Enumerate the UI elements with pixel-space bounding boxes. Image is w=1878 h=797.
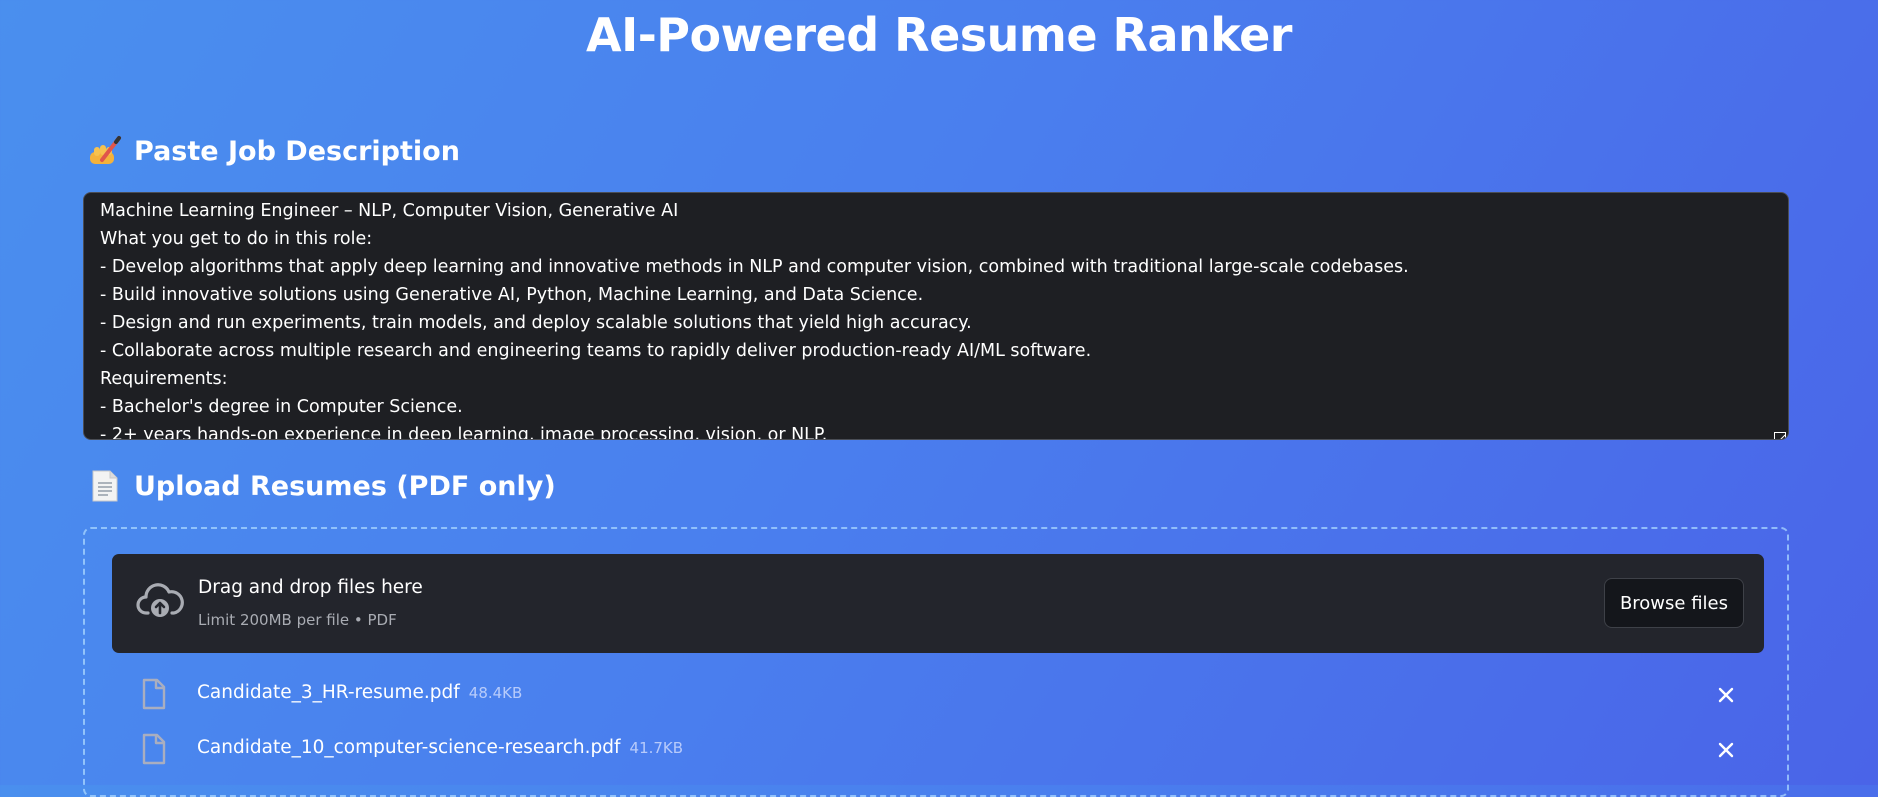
file-name: Candidate_10_computer-science-research.p… [197,737,683,758]
job-description-line: - Build innovative solutions using Gener… [100,285,924,305]
job-description-line: - Collaborate across multiple research a… [100,341,1092,361]
writing-hand-icon [88,134,122,168]
uploaded-file-row: Candidate_10_computer-science-research.p… [85,729,1787,769]
job-description-line: - Develop algorithms that apply deep lea… [100,257,1409,277]
upload-resumes-header-label: Upload Resumes (PDF only) [134,470,556,502]
file-size: 41.7KB [629,739,684,757]
job-description-line: Machine Learning Engineer – NLP, Compute… [100,201,679,221]
job-description-header-label: Paste Job Description [134,135,460,167]
page-document-icon [88,469,122,503]
dropzone-subtitle: Limit 200MB per file • PDF [198,611,397,629]
browse-files-button[interactable]: Browse files [1603,578,1744,628]
file-dropzone[interactable]: Drag and drop files here Limit 200MB per… [112,554,1764,653]
remove-file-close-icon[interactable] [1715,739,1737,761]
resize-handle-icon[interactable] [1774,425,1786,439]
file-name: Candidate_3_HR-resume.pdf 48.4KB [197,682,522,703]
job-description-line: Requirements: [100,369,228,389]
job-description-header: Paste Job Description [88,134,460,168]
file-icon [141,678,167,710]
file-uploader: Drag and drop files here Limit 200MB per… [83,527,1789,797]
job-description-line: - 2+ years hands-on experience in deep l… [100,425,828,440]
job-description-textarea[interactable]: Machine Learning Engineer – NLP, Compute… [83,192,1789,440]
uploaded-file-row: Candidate_3_HR-resume.pdf 48.4KB [85,674,1787,714]
file-icon [141,733,167,765]
cloud-upload-icon [136,581,184,621]
file-size: 48.4KB [468,684,523,702]
dropzone-title: Drag and drop files here [198,577,423,598]
job-description-line: What you get to do in this role: [100,229,373,249]
upload-resumes-header: Upload Resumes (PDF only) [88,469,556,503]
remove-file-close-icon[interactable] [1715,684,1737,706]
job-description-line: - Design and run experiments, train mode… [100,313,972,333]
file-name-text: Candidate_3_HR-resume.pdf [197,682,460,703]
file-name-text: Candidate_10_computer-science-research.p… [197,737,621,758]
job-description-line: - Bachelor's degree in Computer Science. [100,397,463,417]
page-title: AI-Powered Resume Ranker [586,8,1293,62]
